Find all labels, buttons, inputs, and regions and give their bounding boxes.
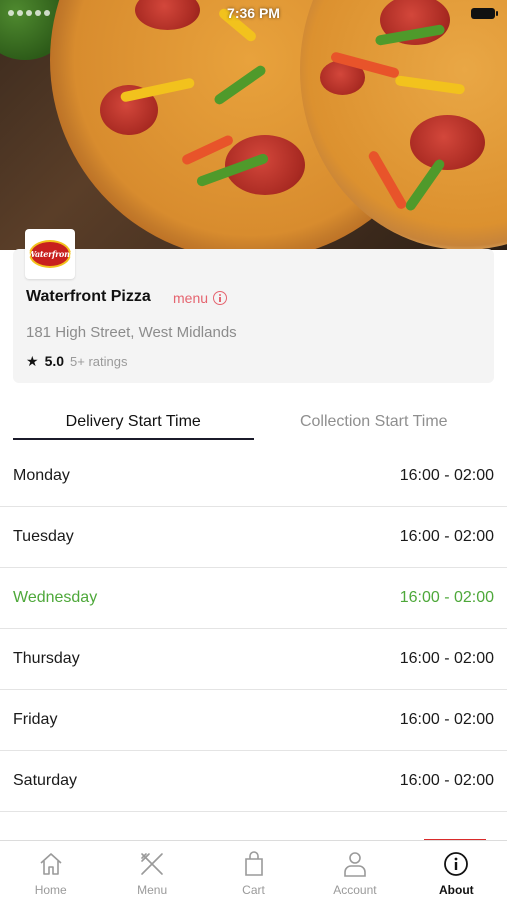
star-icon: ★ [26,353,39,369]
person-icon [340,849,370,879]
hours-label: 16:00 - 02:00 [399,467,494,484]
restaurant-logo: Waterfront [25,229,75,279]
nav-home[interactable]: Home [0,841,101,900]
list-item-today: Wednesday 16:00 - 02:00 [0,568,507,629]
day-label: Friday [13,711,58,728]
battery-icon [471,8,498,19]
signal-icon [8,7,78,19]
hours-label: 16:00 - 02:00 [399,528,494,545]
restaurant-name: Waterfront Pizza [26,288,151,305]
list-item: Friday 16:00 - 02:00 [0,690,507,751]
nav-about[interactable]: About [406,841,507,900]
restaurant-address: 181 High Street, West Midlands [26,324,237,341]
bottom-navigation: Home Menu Cart Account About [0,840,507,900]
day-label: Wednesday [13,589,98,606]
status-bar: 7:36 PM [0,0,507,26]
nav-account[interactable]: Account [304,841,405,900]
nav-label: About [439,883,474,897]
rating-value: 5.0 [44,353,65,369]
menu-link-label: menu [173,290,209,306]
hours-label: 16:00 - 02:00 [399,650,494,667]
pepperoni [410,115,485,170]
list-item: Saturday 16:00 - 02:00 [0,751,507,812]
day-label: Saturday [13,772,78,789]
hero-pizza-image [0,0,507,250]
info-icon [213,291,228,305]
status-time: 7:36 PM [227,5,280,21]
tab-collection-start-time[interactable]: Collection Start Time [254,402,495,440]
nav-label: Cart [242,883,265,897]
time-tabs: Delivery Start Time Collection Start Tim… [13,402,494,440]
nav-label: Menu [137,883,168,897]
opening-hours-list: Monday 16:00 - 02:00 Tuesday 16:00 - 02:… [0,446,507,812]
nav-cart[interactable]: Cart [203,841,304,900]
day-label: Monday [13,467,70,484]
info-icon [441,849,471,879]
cutlery-icon [137,849,167,879]
list-item: Tuesday 16:00 - 02:00 [0,507,507,568]
hours-label: 16:00 - 02:00 [399,772,494,789]
shopping-bag-icon [239,849,269,879]
hours-label: 16:00 - 02:00 [399,711,494,728]
day-label: Tuesday [13,528,74,545]
rating-count: 5+ ratings [70,354,128,369]
list-item: Monday 16:00 - 02:00 [0,446,507,507]
logo-mark: Waterfront [27,240,73,268]
home-icon [36,849,66,879]
day-label: Thursday [13,650,80,667]
list-item: Thursday 16:00 - 02:00 [0,629,507,690]
tab-delivery-start-time[interactable]: Delivery Start Time [13,402,254,440]
nav-label: Home [34,883,67,897]
rating: ★ 5.0 5+ ratings [26,353,127,370]
menu-link[interactable]: menu [173,290,228,306]
nav-label: Account [333,883,377,897]
nav-menu[interactable]: Menu [101,841,202,900]
hours-label: 16:00 - 02:00 [399,589,494,606]
